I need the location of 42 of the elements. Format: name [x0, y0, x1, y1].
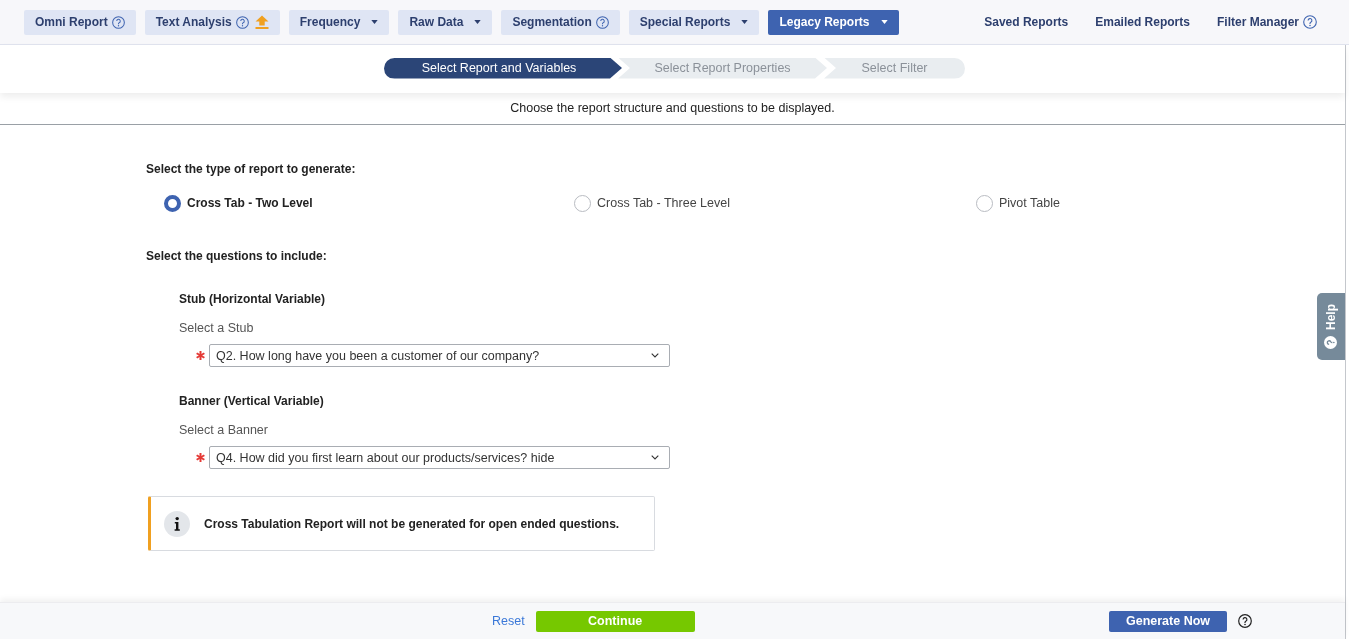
group-heading: Banner (Vertical Variable) [179, 394, 324, 408]
question-dropdown[interactable]: Q4. How did you first learn about our products/services? hide [209, 446, 670, 469]
caret-icon [474, 20, 482, 24]
caret-icon [880, 20, 888, 24]
help-icon [1324, 336, 1338, 349]
section-label: Select the type of report to generate: [146, 162, 356, 176]
menu-button[interactable]: Text Analysis [144, 9, 280, 35]
notice-text: Cross Tabulation Report will not be generated for open ended questions. [204, 516, 620, 531]
section-label: Select the questions to include: [146, 249, 327, 263]
radio-button[interactable] [164, 195, 181, 212]
caret-icon [741, 20, 749, 24]
menu-button[interactable]: Legacy Reports [768, 9, 899, 35]
wizard-step: Select Filter [824, 57, 965, 79]
caret-icon [371, 20, 379, 24]
radio-label[interactable]: Cross Tab - Two Level [187, 195, 313, 212]
info-icon [164, 510, 190, 537]
upload-arrow-icon [254, 15, 269, 29]
radio-label[interactable]: Pivot Table [999, 195, 1060, 212]
chevron-down-icon [651, 455, 659, 460]
help-tab[interactable]: Help [1317, 293, 1345, 360]
field-label: Select a Banner [179, 423, 268, 437]
radio-label[interactable]: Cross Tab - Three Level [597, 195, 730, 212]
menu-button[interactable]: Omni Report [24, 9, 136, 35]
chevron-down-icon [651, 353, 659, 358]
help-icon[interactable] [1238, 614, 1252, 628]
nav-link[interactable]: Filter Manager [1216, 15, 1317, 29]
menu-button[interactable]: Frequency [288, 9, 390, 35]
generate-now-button[interactable]: Generate Now [1109, 610, 1227, 632]
radio-button[interactable] [976, 195, 993, 212]
instructions-text: Choose the report structure and questions to be displayed. [510, 100, 835, 115]
menu-button[interactable]: Segmentation [501, 9, 620, 35]
field-label: Select a Stub [179, 321, 254, 335]
wizard-step: Select Report Properties [618, 57, 827, 79]
menu-button[interactable]: Raw Data [398, 9, 493, 35]
question-dropdown[interactable]: Q2. How long have you been a customer of our company? [209, 344, 670, 367]
wizard-step: Select Report and Variables [384, 57, 622, 79]
reset-link[interactable]: Reset [492, 614, 525, 628]
group-heading: Stub (Horizontal Variable) [179, 292, 325, 306]
menu-button[interactable]: Special Reports [628, 9, 760, 35]
nav-link[interactable]: Saved Reports [984, 15, 1069, 29]
nav-link[interactable]: Emailed Reports [1095, 15, 1190, 29]
radio-button[interactable] [574, 195, 591, 212]
